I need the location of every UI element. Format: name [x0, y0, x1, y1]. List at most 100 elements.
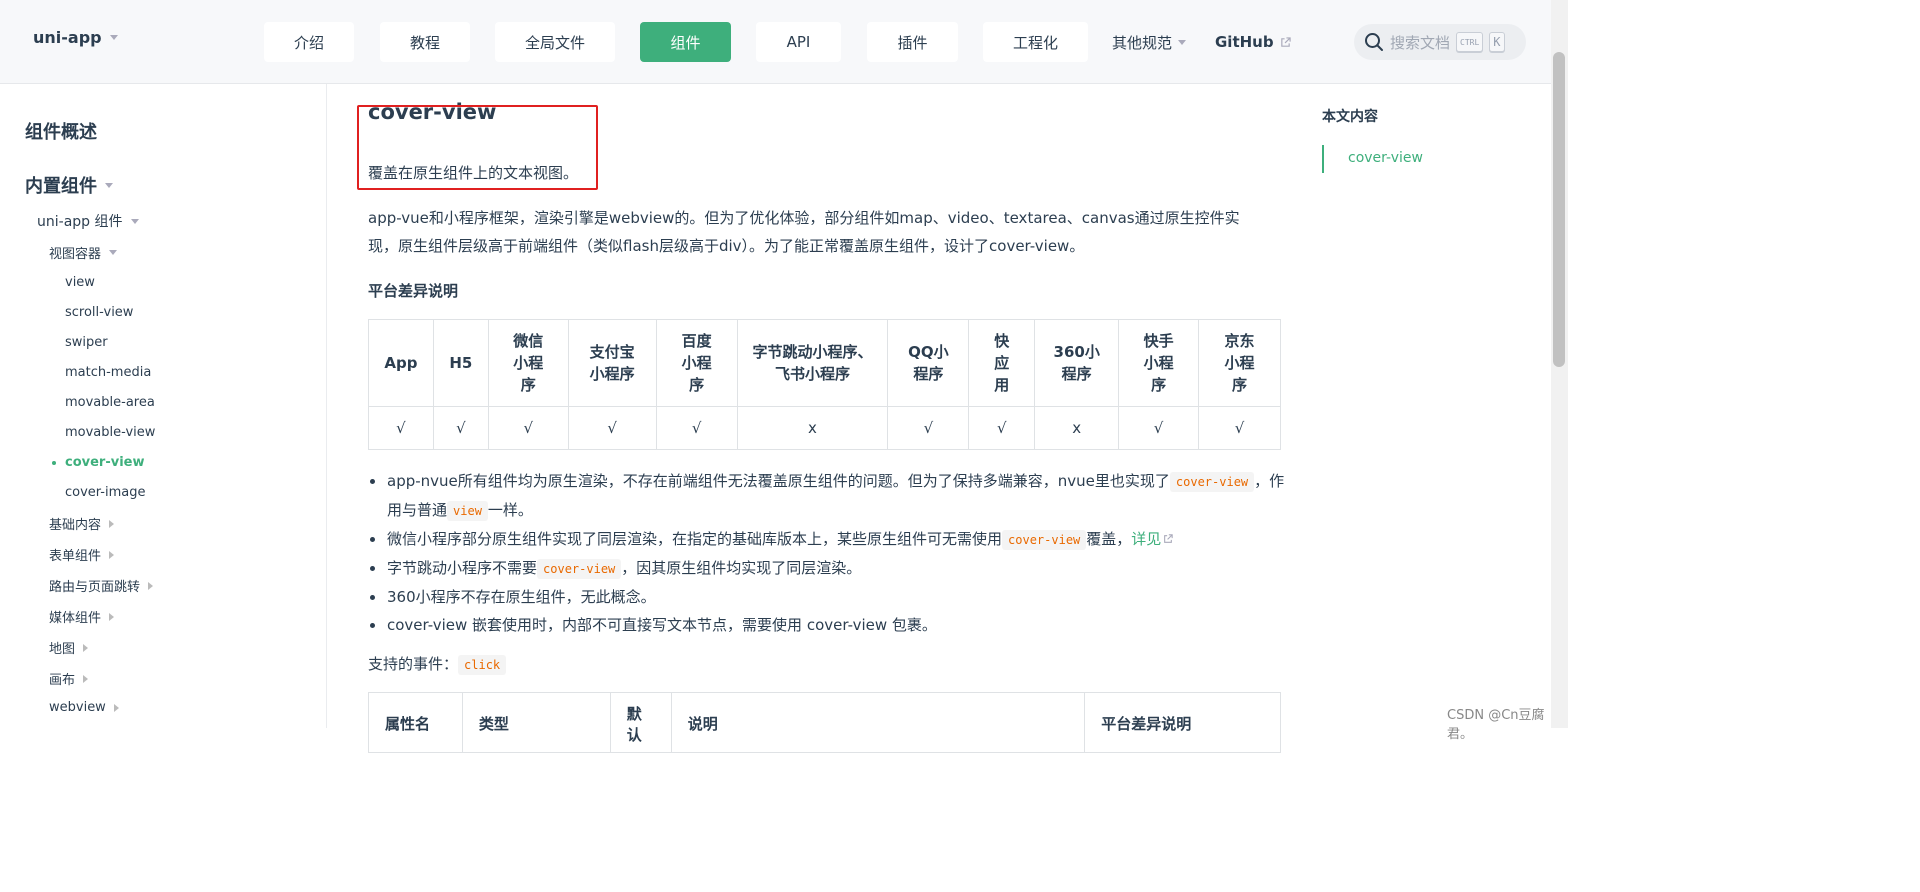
- note-text: cover-view 嵌套使用时，内部不可直接写文本节点，需要使用 cover-…: [387, 616, 937, 634]
- table-header-cell: 属性名: [368, 692, 463, 753]
- table-cell: √: [432, 406, 489, 450]
- nav-components[interactable]: 组件: [640, 22, 731, 62]
- header-text: 百度小程序: [681, 332, 712, 394]
- sidebar-item-cover-view-label: cover-view: [65, 455, 145, 470]
- details-link-label: 详见: [1131, 530, 1162, 548]
- table-row: √ √ √ √ √ x √ √ x √ √: [368, 406, 1281, 450]
- table-header-cell: 默认: [609, 692, 672, 753]
- list-item: 微信小程序部分原生组件实现了同层渲染，在指定的基础库版本上，某些原生组件可无需使…: [368, 525, 1288, 554]
- sidebar-group-webview[interactable]: webview: [49, 700, 119, 715]
- sidebar-group-basic[interactable]: 基础内容: [49, 514, 115, 533]
- platform-table: App H5 微信小程序 支付宝小程序 百度小程序 字节跳动小程序、飞书小程序 …: [368, 319, 1281, 450]
- inline-code: cover-view: [1002, 530, 1087, 550]
- brand-label: uni-app: [33, 28, 102, 47]
- chevron-right-icon: [109, 519, 115, 528]
- table-header-cell: 360小程序: [1034, 319, 1120, 407]
- sidebar-group-canvas[interactable]: 画布: [49, 669, 89, 688]
- sidebar-overview[interactable]: 组件概述: [25, 118, 97, 144]
- sidebar-builtin[interactable]: 内置组件: [25, 172, 113, 198]
- sidebar-item-movable-area[interactable]: movable-area: [65, 395, 155, 410]
- sidebar-item-view[interactable]: view: [65, 275, 95, 290]
- table-header-cell: 说明: [670, 692, 1086, 753]
- nav-more-label: 其他规范: [1112, 33, 1173, 52]
- table-header-row: App H5 微信小程序 支付宝小程序 百度小程序 字节跳动小程序、飞书小程序 …: [368, 319, 1281, 407]
- sidebar-group-media[interactable]: 媒体组件: [49, 607, 115, 626]
- table-header-cell: 字节跳动小程序、飞书小程序: [736, 319, 889, 407]
- table-header-cell: 类型: [461, 692, 611, 753]
- nav-plugins[interactable]: 插件: [867, 22, 958, 62]
- external-link-icon: [1280, 36, 1291, 47]
- sidebar-item-match-media[interactable]: match-media: [65, 365, 151, 380]
- table-cell: x: [736, 406, 889, 450]
- header-text: 京东小程序: [1224, 332, 1255, 394]
- table-header-cell: 快应用: [968, 319, 1036, 407]
- sidebar-uniapp-label: uni-app 组件: [37, 214, 123, 230]
- table-header-cell: 平台差异说明: [1084, 692, 1281, 753]
- note-text: 一样。: [487, 501, 533, 519]
- chevron-right-icon: [83, 674, 89, 683]
- sidebar-group-label: 表单组件: [49, 549, 102, 564]
- events-label: 支持的事件：: [368, 655, 459, 673]
- toc-item-cover-view[interactable]: cover-view: [1348, 150, 1423, 166]
- sidebar-uniapp-group[interactable]: uni-app 组件: [37, 211, 139, 231]
- sidebar-builtin-label: 内置组件: [25, 176, 97, 197]
- sidebar-item-cover-view[interactable]: cover-view: [52, 455, 145, 470]
- highlight-box: [357, 105, 598, 190]
- table-header-cell: H5: [432, 319, 489, 407]
- inline-code: cover-view: [537, 559, 622, 579]
- notes-list: app-nvue所有组件均为原生渲染，不存在前端组件无法覆盖原生组件的问题。但为…: [368, 467, 1288, 639]
- table-header-cell: 支付宝小程序: [567, 319, 657, 407]
- header-text: 快应用: [994, 332, 1010, 394]
- sidebar-group-map[interactable]: 地图: [49, 638, 89, 657]
- inline-code: click: [458, 655, 507, 675]
- scrollbar-thumb[interactable]: [1553, 52, 1565, 367]
- details-link[interactable]: 详见: [1131, 530, 1174, 548]
- search-placeholder: 搜索文档: [1390, 33, 1451, 52]
- nav-more-specs[interactable]: 其他规范: [1112, 22, 1187, 62]
- inline-code: cover-view: [1169, 472, 1255, 492]
- sidebar-item-swiper[interactable]: swiper: [65, 335, 108, 350]
- note-text: 360小程序不存在原生组件，无此概念。: [387, 588, 656, 606]
- intro-paragraph: app-vue和小程序框架，渲染引擎是webview的。但为了优化体验，部分组件…: [368, 204, 1298, 260]
- nav-api[interactable]: API: [756, 22, 841, 62]
- sidebar-group-label: 画布: [49, 673, 76, 688]
- sidebar-item-movable-view[interactable]: movable-view: [65, 425, 155, 440]
- toc-title: 本文内容: [1322, 109, 1378, 125]
- chevron-down-icon: [105, 182, 113, 188]
- note-text: 微信小程序部分原生组件实现了同层渲染，在指定的基础库版本上，某些原生组件可无需使…: [387, 530, 1003, 548]
- list-item: 360小程序不存在原生组件，无此概念。: [368, 583, 1288, 611]
- events-line: 支持的事件： click: [368, 650, 507, 679]
- sidebar-group-label: 基础内容: [49, 518, 102, 533]
- note-text: 覆盖，: [1086, 530, 1132, 548]
- chevron-right-icon: [83, 643, 89, 652]
- table-cell: √: [968, 406, 1036, 450]
- table-cell: x: [1034, 406, 1120, 450]
- brand-menu[interactable]: uni-app: [33, 28, 118, 47]
- sidebar-group-label: 路由与页面跳转: [49, 580, 141, 595]
- header-text: QQ小程序: [908, 343, 949, 383]
- external-link-icon: [1164, 534, 1174, 543]
- nav-github-link[interactable]: GitHub: [1215, 22, 1291, 62]
- sidebar-group-form[interactable]: 表单组件: [49, 545, 115, 564]
- top-navbar: uni-app 介绍 教程 全局文件 组件 API 插件 工程化 其他规范 Gi…: [0, 0, 1568, 84]
- nav-intro[interactable]: 介绍: [264, 22, 354, 62]
- list-item: cover-view 嵌套使用时，内部不可直接写文本节点，需要使用 cover-…: [368, 611, 1288, 639]
- watermark: CSDN @Cn豆腐君。: [1447, 708, 1545, 742]
- sidebar-group-routing[interactable]: 路由与页面跳转: [49, 576, 154, 595]
- search-box[interactable]: 搜索文档 CTRL K: [1354, 24, 1526, 60]
- nav-tutorial[interactable]: 教程: [380, 22, 470, 62]
- nav-engineering[interactable]: 工程化: [983, 22, 1088, 62]
- main-content: cover-view 覆盖在原生组件上的文本视图。 app-vue和小程序框架，…: [328, 84, 1328, 753]
- inline-code: view: [447, 501, 488, 521]
- sidebar-item-scroll-view[interactable]: scroll-view: [65, 305, 133, 320]
- toc-active-bar: [1322, 145, 1324, 173]
- sidebar-view-container[interactable]: 视图容器: [49, 243, 118, 262]
- note-text: ，因其原生组件均实现了同层渲染。: [621, 559, 862, 577]
- platform-heading: 平台差异说明: [368, 282, 459, 300]
- search-icon: [1365, 33, 1383, 51]
- header-text: 字节跳动小程序、飞书小程序: [752, 343, 873, 383]
- chevron-right-icon: [148, 581, 154, 590]
- nav-global-files[interactable]: 全局文件: [495, 22, 615, 62]
- sidebar-item-cover-image[interactable]: cover-image: [65, 485, 146, 500]
- sidebar-view-container-label: 视图容器: [49, 247, 102, 262]
